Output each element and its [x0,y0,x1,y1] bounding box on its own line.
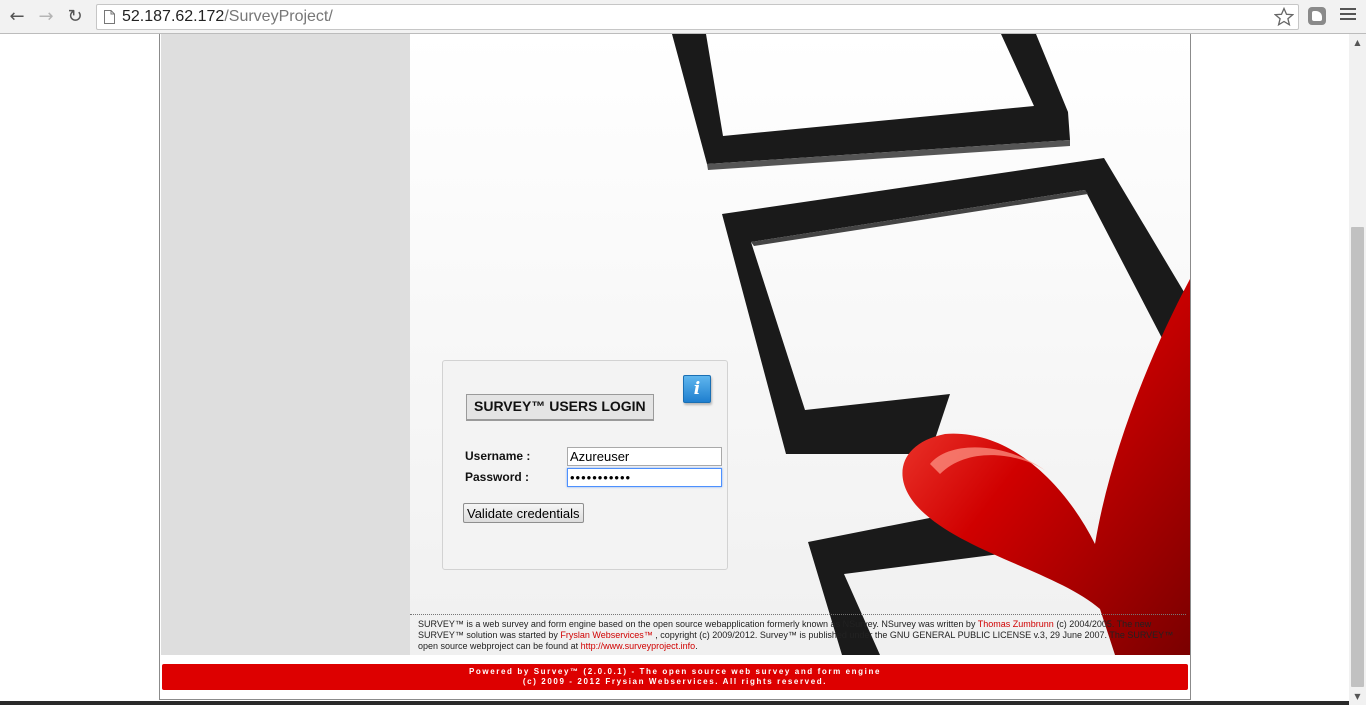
menu-icon[interactable] [1340,8,1356,24]
author-link[interactable]: Thomas Zumbrunn [978,619,1054,629]
username-label: Username : [465,449,531,463]
powered-by-bar: Powered by Survey™ (2.0.0.1) - The open … [162,664,1188,690]
scroll-up-arrow-icon[interactable]: ▲ [1349,34,1366,51]
star-icon[interactable] [1274,7,1294,27]
page-icon [104,10,115,24]
project-website-link[interactable]: http://www.surveyproject.info [581,641,696,651]
window-bottom-edge [0,701,1349,705]
info-icon[interactable]: i [683,375,711,403]
scroll-down-arrow-icon[interactable]: ▼ [1349,688,1366,705]
forward-arrow-icon[interactable]: → [35,6,57,28]
footer-text-1: SURVEY™ is a web survey and form engine … [418,619,978,629]
back-arrow-icon[interactable]: ← [6,6,28,28]
url-text[interactable]: 52.187.62.172/SurveyProject/ [122,8,333,26]
copyright-line: (c) 2009 - 2012 Frysian Webservices. All… [522,677,828,686]
username-input[interactable] [567,447,722,466]
url-path: /SurveyProject/ [224,8,333,25]
powered-by-line: Powered by Survey™ (2.0.0.1) - The open … [469,667,881,676]
extension-icon[interactable] [1308,7,1326,25]
company-link[interactable]: Fryslan Webservices™ [560,630,652,640]
left-sidebar [161,34,410,655]
url-host: 52.187.62.172 [122,8,225,25]
browser-toolbar: ← → ↻ 52.187.62.172/SurveyProject/ [0,0,1366,34]
login-panel: i SURVEY™ USERS LOGIN Username : Passwor… [442,360,728,570]
address-bar[interactable]: 52.187.62.172/SurveyProject/ [96,4,1299,30]
validate-credentials-button[interactable]: Validate credentials [463,503,584,523]
footer-description: SURVEY™ is a web survey and form engine … [410,614,1186,656]
reload-icon[interactable]: ↻ [64,6,86,28]
password-input[interactable] [567,468,722,487]
login-title: SURVEY™ USERS LOGIN [466,394,654,421]
password-label: Password : [465,470,530,484]
vertical-scrollbar[interactable]: ▲ ▼ [1349,34,1366,705]
scroll-thumb[interactable] [1351,227,1364,687]
footer-text-4: . [695,641,698,651]
